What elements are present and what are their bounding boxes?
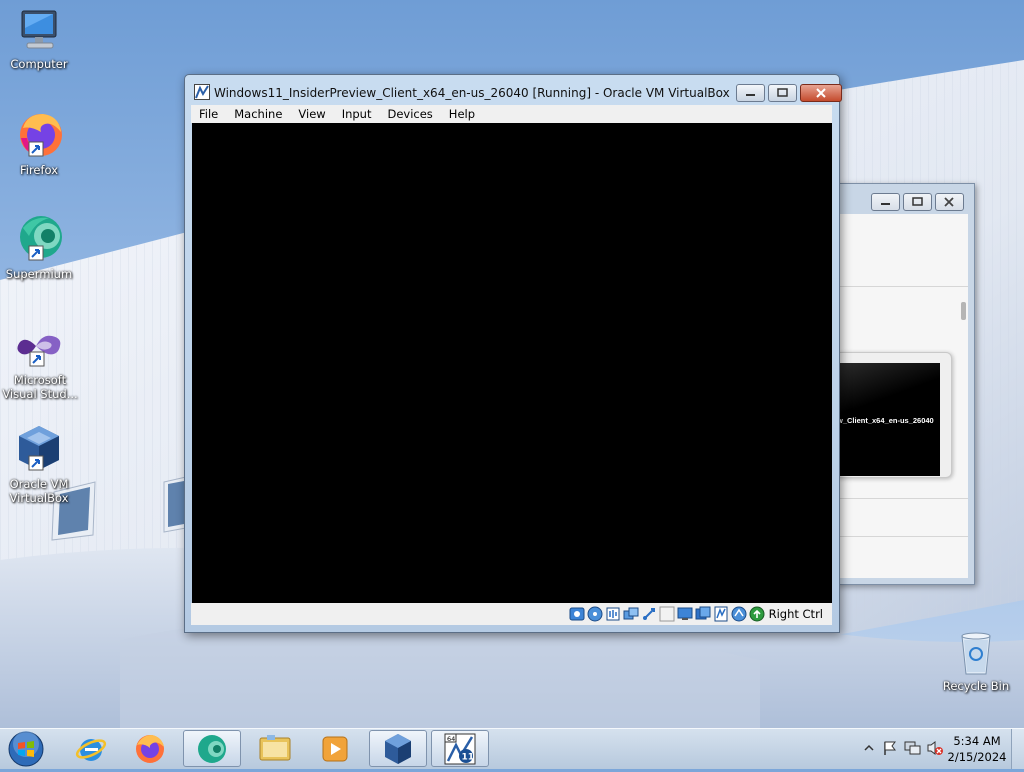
desktop-icon-virtualbox[interactable]: Oracle VM VirtualBox [0,424,78,505]
desktop-icon-label: Firefox [19,163,59,177]
desktop-icon-supermium[interactable]: Supermium [0,214,78,281]
menu-bar: File Machine View Input Devices Help [191,105,832,123]
maximize-button[interactable] [768,84,797,102]
clock-date: 2/15/2024 [947,750,1007,764]
virtualbox-manager-window[interactable]: w_Client_x64_en-us_26040 [834,183,975,585]
restore-icon [912,197,923,206]
virtualbox-icon [19,426,59,471]
start-orb-icon [8,731,44,767]
show-desktop-button[interactable] [1011,729,1024,769]
clock-time: 5:34 AM [953,734,1001,748]
svg-text:11: 11 [462,752,475,762]
divider [836,286,968,287]
vm-display[interactable] [192,123,832,603]
svg-text:64: 64 [447,735,455,743]
vm-preview-label: w_Client_x64_en-us_26040 [837,416,934,425]
supermium-icon [198,734,226,763]
taskbar-supermium[interactable] [183,730,241,767]
firefox-icon [136,734,164,763]
video-capture-icon[interactable] [695,606,711,622]
guest-additions-icon[interactable] [731,606,747,622]
divider [836,498,968,499]
desktop-icon-label: Supermium [5,267,73,281]
hard-disk-icon[interactable] [569,606,585,622]
window-controls [868,193,964,211]
audio-icon[interactable] [605,606,621,622]
host-key-label[interactable]: Right Ctrl [769,607,823,621]
title-bar[interactable]: Windows11_InsiderPreview_Client_x64_en-u… [185,75,842,105]
window-controls [733,84,842,102]
taskbar-file-explorer[interactable] [246,730,304,767]
desktop-icon-visual-studio[interactable]: Microsoft Visual Stud... [0,330,80,401]
taskbar-virtualbox[interactable] [369,730,427,767]
minimize-icon [881,203,890,205]
taskbar-windows11-vm[interactable]: 64 11 [431,730,489,767]
desktop-icon-label: Microsoft Visual Stud... [2,373,78,401]
menu-help[interactable]: Help [441,105,483,123]
shared-folders-icon[interactable] [659,606,675,622]
desktop-icon-label: Recycle Bin [942,679,1010,693]
close-icon [816,88,826,98]
clock[interactable]: 5:34 AM 2/15/2024 [942,733,1012,765]
scrollbar-thumb[interactable] [961,302,966,320]
vm-preview-panel: w_Client_x64_en-us_26040 [834,352,952,478]
menu-input[interactable]: Input [334,105,380,123]
taskbar: 64 11 5:34 AM 2/15/2024 [0,728,1024,769]
close-icon [944,197,954,207]
vm-window[interactable]: Windows11_InsiderPreview_Client_x64_en-u… [184,74,842,633]
network-icon[interactable] [623,606,639,622]
taskbar-firefox[interactable] [121,730,179,767]
virtualbox-icon [385,733,411,764]
media-player-icon [322,736,348,761]
menu-file[interactable]: File [191,105,226,123]
minimize-icon [746,94,755,96]
desktop-icon-label: Oracle VM VirtualBox [9,477,69,505]
desktop-icon-firefox[interactable]: Firefox [0,110,78,177]
manager-content: w_Client_x64_en-us_26040 [834,214,968,578]
maximize-button[interactable] [903,193,932,211]
usb-icon[interactable] [641,606,657,622]
optical-drive-icon[interactable] [587,606,603,622]
window-title: Windows11_InsiderPreview_Client_x64_en-u… [214,86,730,100]
action-center-flag-icon[interactable] [882,740,898,756]
system-tray: 5:34 AM 2/15/2024 [844,729,1024,769]
start-button[interactable] [4,729,48,769]
firefox-icon [20,114,62,157]
virtualbox-window-icon [194,84,210,100]
desktop-icon-label: Computer [10,57,68,71]
windows11-vm-icon: 64 11 [444,733,476,764]
display-icon[interactable] [677,606,693,622]
network-tray-icon[interactable] [904,740,922,756]
taskbar-internet-explorer[interactable] [62,730,120,767]
visual-studio-icon [17,335,61,367]
menu-machine[interactable]: Machine [226,105,290,123]
taskbar-media-player[interactable] [306,730,364,767]
close-button[interactable] [935,193,964,211]
file-explorer-icon [259,734,291,760]
restore-icon [777,88,788,97]
close-button[interactable] [800,84,842,102]
minimize-button[interactable] [736,84,765,102]
cpu-activity-icon[interactable] [713,606,729,622]
menu-devices[interactable]: Devices [379,105,440,123]
divider [836,536,968,537]
desktop-icon-recycle-bin[interactable]: Recycle Bin [937,632,1015,693]
computer-icon [21,10,57,49]
internet-explorer-icon [75,738,107,761]
desktop-icon-computer[interactable]: Computer [0,8,78,71]
status-bar: Right Ctrl [191,603,832,625]
vm-preview-screen: w_Client_x64_en-us_26040 [837,363,940,476]
mouse-integration-icon[interactable] [749,606,765,622]
minimize-button[interactable] [871,193,900,211]
show-hidden-icons-icon[interactable] [864,743,874,753]
recycle-bin-icon [961,632,991,675]
supermium-icon [20,216,62,261]
menu-view[interactable]: View [290,105,333,123]
